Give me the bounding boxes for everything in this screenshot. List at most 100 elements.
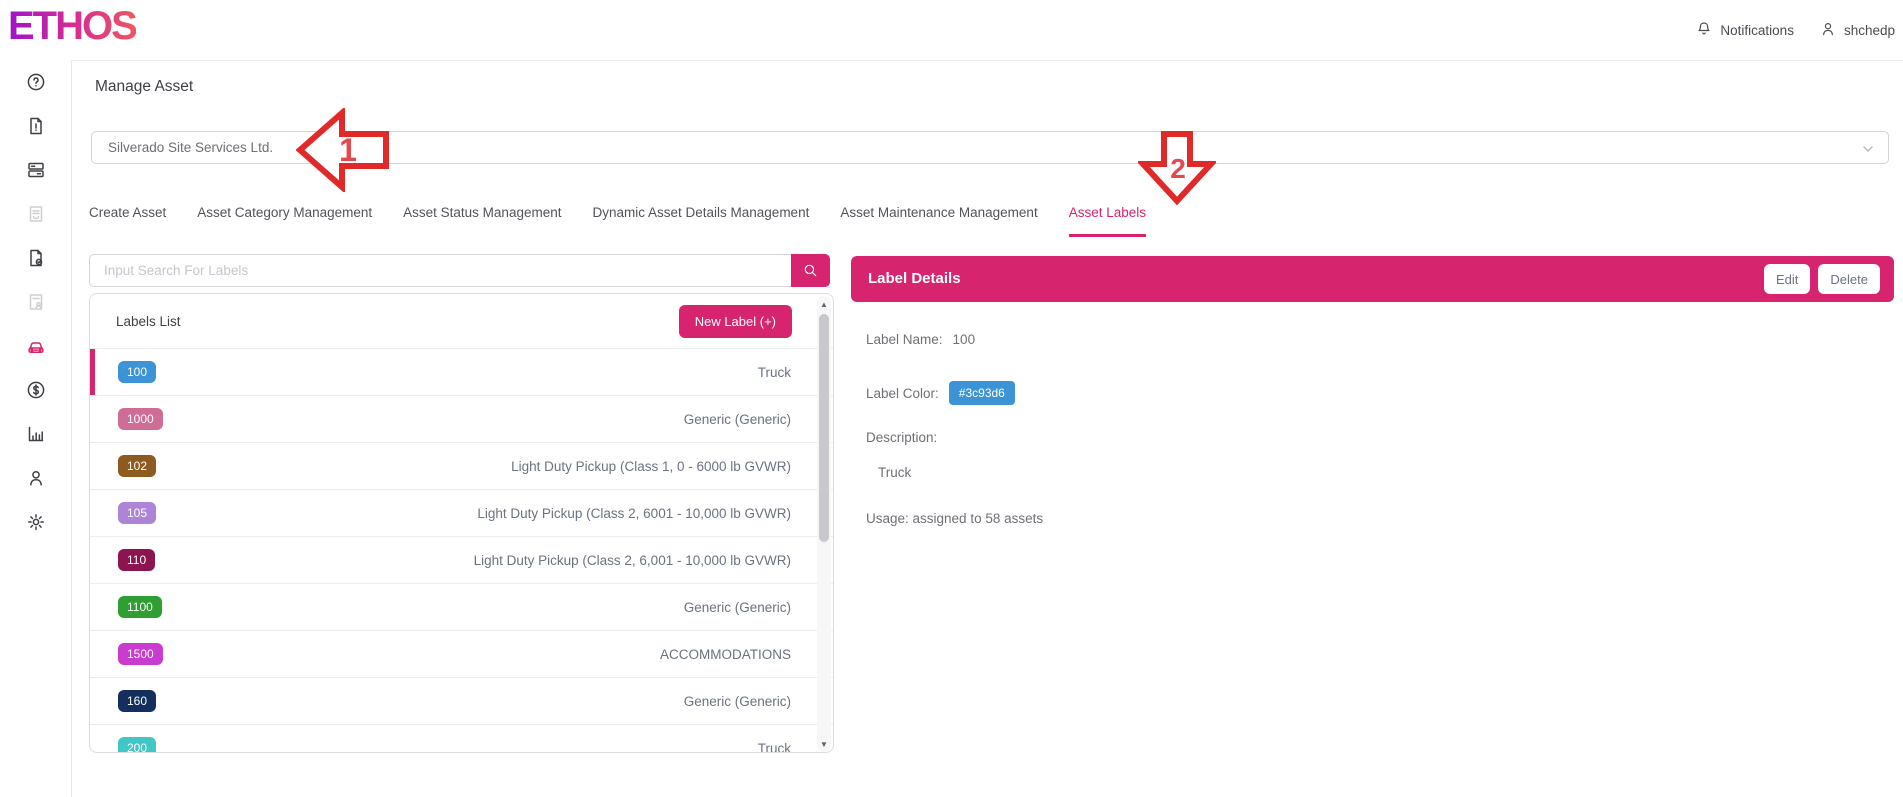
page-title: Manage Asset	[95, 78, 193, 96]
company-select-value: Silverado Site Services Ltd.	[108, 140, 273, 155]
label-badge: 200	[118, 737, 156, 753]
description-label: Description:	[866, 430, 937, 445]
label-row-160[interactable]: 160 Generic (Generic)	[90, 677, 833, 724]
label-name-label: Label Name:	[866, 332, 943, 347]
label-name-value: 100	[953, 332, 976, 347]
topbar: ETHOS Notifications shchedp	[0, 0, 1903, 60]
tab-asset-status-management[interactable]: Asset Status Management	[403, 205, 561, 237]
dollar-icon	[26, 380, 46, 400]
annotation-arrow-1: 1	[296, 108, 390, 192]
label-name: Truck	[758, 365, 791, 380]
scrollbar-thumb[interactable]	[819, 314, 829, 542]
person-icon	[26, 468, 46, 488]
labels-panel: Labels List New Label (+) 100Truck1000Ge…	[89, 293, 834, 753]
label-row-100[interactable]: 100 Truck	[90, 348, 833, 395]
search-icon	[803, 263, 818, 278]
label-details-panel: Label Details Edit Delete	[851, 256, 1894, 302]
usage-text: Usage: assigned to 58 assets	[866, 511, 1043, 526]
label-name: ACCOMMODATIONS	[660, 647, 791, 662]
sidebar-item-assets[interactable]	[26, 336, 46, 356]
user-menu[interactable]: shchedp	[1820, 21, 1895, 40]
delete-button[interactable]: Delete	[1818, 264, 1880, 294]
label-badge: 1100	[118, 596, 162, 618]
label-name: Truck	[758, 741, 791, 754]
label-details-header: Label Details Edit Delete	[851, 256, 1894, 302]
label-name: Generic (Generic)	[684, 412, 791, 427]
annotation-2-number: 2	[1170, 153, 1186, 184]
search-input[interactable]	[89, 254, 791, 287]
bell-icon	[1696, 21, 1712, 40]
label-color-chip: #3c93d6	[949, 381, 1015, 405]
label-badge: 110	[118, 549, 155, 571]
document-check-icon	[26, 248, 46, 268]
label-badge: 100	[118, 361, 156, 383]
label-name: Light Duty Pickup (Class 1, 0 - 6000 lb …	[511, 459, 791, 474]
label-row-1000[interactable]: 1000 Generic (Generic)	[90, 395, 833, 442]
labels-scrollbar[interactable]: ▲ ▼	[817, 296, 831, 752]
sidebar-item-settings[interactable]	[26, 512, 46, 532]
document-alt-icon	[26, 204, 46, 224]
description-value: Truck	[878, 465, 911, 480]
label-row-105[interactable]: 105 Light Duty Pickup (Class 2, 6001 - 10…	[90, 489, 833, 536]
tab-dynamic-asset-details-management[interactable]: Dynamic Asset Details Management	[592, 205, 809, 237]
label-row-1500[interactable]: 1500 ACCOMMODATIONS	[90, 630, 833, 677]
label-name: Light Duty Pickup (Class 2, 6,001 - 10,0…	[474, 553, 791, 568]
label-color-label: Label Color:	[866, 386, 939, 401]
new-label-button[interactable]: New Label (+)	[679, 305, 792, 338]
label-name: Generic (Generic)	[684, 600, 791, 615]
scroll-up-icon[interactable]: ▲	[817, 297, 831, 311]
chevron-down-icon	[1862, 143, 1874, 155]
label-name-row: Label Name: 100	[866, 332, 975, 347]
bar-chart-icon	[26, 424, 46, 444]
annotation-arrow-2: 2	[1138, 130, 1216, 206]
label-details-title: Label Details	[868, 270, 961, 287]
tab-create-asset[interactable]: Create Asset	[89, 205, 166, 237]
tab-asset-category-management[interactable]: Asset Category Management	[197, 205, 372, 237]
sidebar-item-users[interactable]	[26, 468, 46, 488]
tabs: Create Asset Asset Category Management Ass…	[89, 205, 1146, 237]
document-user-icon	[26, 292, 46, 312]
car-icon	[26, 336, 46, 356]
annotation-1-number: 1	[339, 132, 357, 168]
sidebar-item-help[interactable]	[26, 72, 46, 92]
label-search	[89, 254, 830, 287]
label-row-200[interactable]: 200 Truck	[90, 724, 833, 753]
sidebar-item-forms[interactable]	[26, 204, 46, 224]
label-color-row: Label Color: #3c93d6	[866, 381, 1015, 405]
label-row-1100[interactable]: 1100 Generic (Generic)	[90, 583, 833, 630]
sidebar-item-inventory[interactable]	[26, 160, 46, 180]
topbar-divider	[72, 60, 1903, 61]
sidebar-item-reports[interactable]	[26, 424, 46, 444]
label-badge: 1500	[118, 643, 163, 665]
scroll-down-icon[interactable]: ▼	[817, 737, 831, 751]
edit-button[interactable]: Edit	[1764, 264, 1810, 294]
labels-list: 100 Truck 1000 Generic (Generic) 102 Light Du…	[90, 348, 833, 753]
gear-icon	[26, 512, 46, 532]
sidebar-item-personnel-docs[interactable]	[26, 292, 46, 312]
ethos-logo: ETHOS	[8, 4, 136, 49]
search-button[interactable]	[791, 254, 830, 287]
sidebar-item-finance[interactable]	[26, 380, 46, 400]
document-icon	[26, 116, 46, 136]
label-row-102[interactable]: 102 Light Duty Pickup (Class 1, 0 - 6000 …	[90, 442, 833, 489]
label-badge: 160	[118, 690, 156, 712]
sidebar	[0, 60, 72, 797]
username: shchedp	[1844, 23, 1895, 38]
selected-indicator	[90, 349, 95, 395]
notifications-label: Notifications	[1720, 23, 1794, 38]
sidebar-item-work-orders[interactable]	[26, 248, 46, 268]
help-icon	[26, 72, 46, 92]
label-badge: 105	[118, 502, 156, 524]
label-name: Light Duty Pickup (Class 2, 6001 - 10,00…	[477, 506, 791, 521]
label-badge: 1000	[118, 408, 163, 430]
label-badge: 102	[118, 455, 156, 477]
label-name: Generic (Generic)	[684, 694, 791, 709]
sidebar-item-documents[interactable]	[26, 116, 46, 136]
server-icon	[26, 160, 46, 180]
label-row-110[interactable]: 110 Light Duty Pickup (Class 2, 6,001 - 1…	[90, 536, 833, 583]
tab-asset-maintenance-management[interactable]: Asset Maintenance Management	[840, 205, 1037, 237]
user-icon	[1820, 21, 1836, 40]
app-root: ETHOS Notifications shchedp	[0, 0, 1903, 797]
notifications-button[interactable]: Notifications	[1696, 21, 1794, 40]
tab-asset-labels[interactable]: Asset Labels	[1069, 205, 1146, 237]
